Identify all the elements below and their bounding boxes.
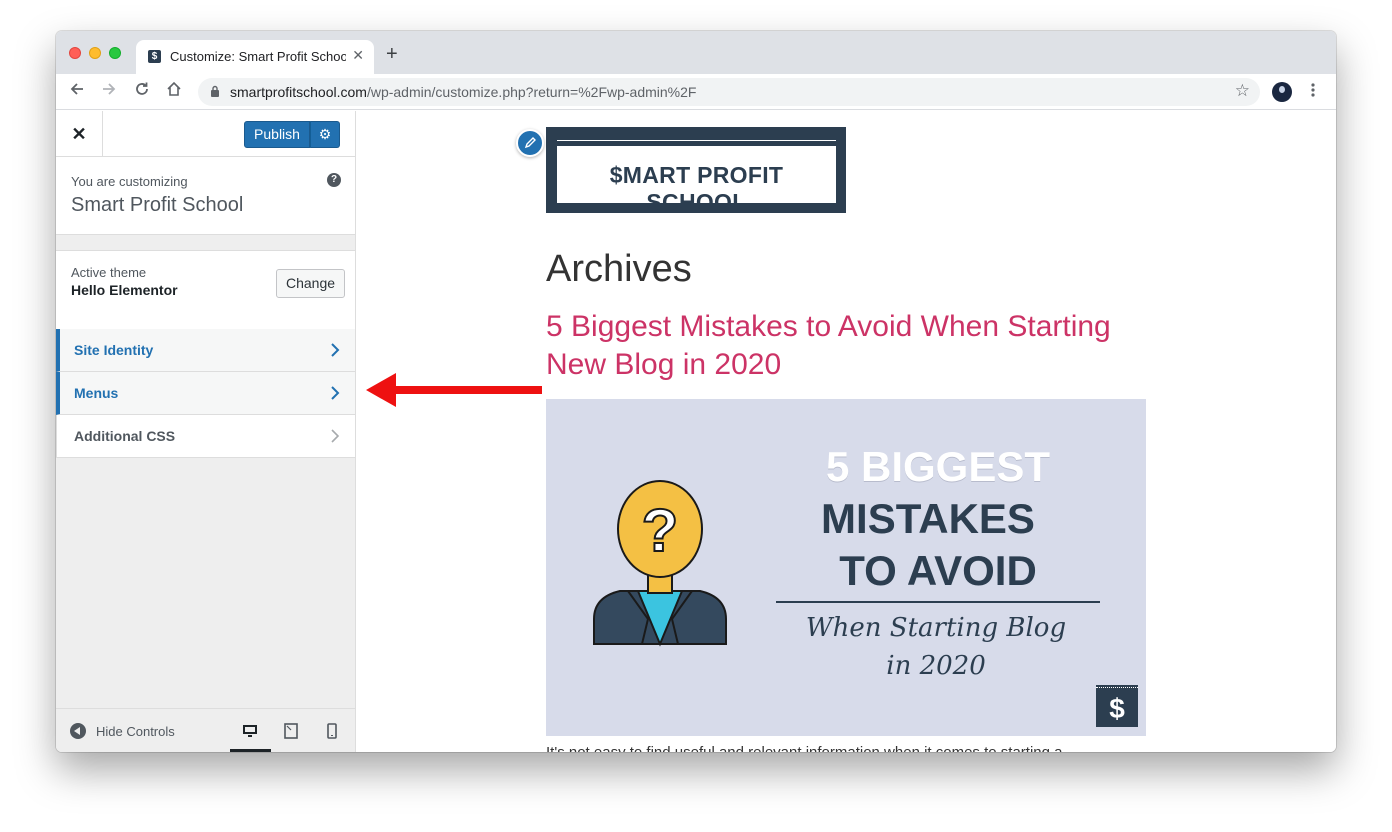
logo-text: $MART PROFIT SCHOOL — [609, 162, 784, 215]
badge-decoration — [1096, 687, 1138, 689]
bookmark-star-icon[interactable]: ☆ — [1235, 81, 1250, 101]
section-menus[interactable]: Menus — [56, 372, 355, 415]
mobile-icon — [327, 723, 337, 739]
minimize-window-button[interactable] — [89, 47, 101, 59]
chevron-right-icon — [331, 429, 340, 443]
new-tab-button[interactable]: + — [386, 43, 398, 66]
browser-window: $ Customize: Smart Profit School ✕ + sma… — [56, 31, 1336, 752]
question-person-icon: ? — [593, 480, 727, 647]
section-site-identity[interactable]: Site Identity — [56, 329, 355, 372]
desktop-icon — [243, 725, 257, 737]
reload-icon[interactable] — [134, 81, 150, 102]
customizing-label: You are customizing — [71, 174, 188, 189]
url-text: smartprofitschool.com/wp-admin/customize… — [230, 84, 696, 100]
image-line-3: TO AVOID — [839, 547, 1037, 594]
tab-title: Customize: Smart Profit School — [170, 49, 346, 64]
lock-icon — [211, 85, 219, 97]
logo-inner: $MART PROFIT SCHOOL — [557, 146, 836, 215]
zoom-window-button[interactable] — [109, 47, 121, 59]
edit-shortcut-pencil-icon[interactable] — [516, 129, 544, 157]
post-title-link[interactable]: 5 Biggest Mistakes to Avoid When Startin… — [546, 308, 1166, 384]
customizer-header: ✕ Publish ⚙ — [56, 111, 355, 157]
site-preview: $MART PROFIT SCHOOL Archives 5 Biggest M… — [356, 111, 1336, 752]
customizer-footer: Hide Controls — [56, 708, 355, 752]
image-line-1: 5 BIGGEST — [825, 443, 1051, 490]
close-customizer-icon[interactable]: ✕ — [56, 111, 103, 157]
customizing-info: You are customizing Smart Profit School … — [56, 157, 355, 235]
section-label: Site Identity — [74, 342, 154, 358]
image-divider — [776, 601, 1100, 603]
site-favicon-icon: $ — [148, 50, 161, 63]
active-theme-label: Active theme — [71, 265, 147, 280]
collapse-arrow-icon[interactable] — [70, 723, 86, 739]
image-line-4: When Starting Blog — [805, 613, 1067, 643]
chevron-right-icon — [331, 343, 340, 357]
image-line-5: in 2020 — [886, 651, 986, 681]
url-path: /wp-admin/customize.php?return=%2Fwp-adm… — [366, 84, 697, 100]
theme-name: Hello Elementor — [71, 282, 178, 298]
desktop-preview-button[interactable] — [230, 709, 271, 752]
back-arrow-icon[interactable] — [69, 81, 85, 102]
publish-button[interactable]: Publish — [244, 121, 310, 148]
active-theme-panel: Active theme Hello Elementor Change — [56, 250, 355, 329]
tablet-preview-button[interactable] — [271, 709, 312, 752]
tablet-icon — [284, 723, 298, 739]
browser-menu-icon[interactable] — [1310, 82, 1316, 98]
profile-avatar[interactable] — [1272, 82, 1292, 102]
archives-heading: Archives — [546, 248, 692, 290]
section-label: Menus — [74, 385, 119, 401]
tab-close-icon[interactable]: ✕ — [352, 47, 364, 64]
customizer-sidebar: ✕ Publish ⚙ You are customizing Smart Pr… — [56, 111, 356, 752]
site-logo[interactable]: $MART PROFIT SCHOOL — [546, 127, 846, 215]
browser-toolbar: smartprofitschool.com/wp-admin/customize… — [56, 74, 1336, 110]
url-host: smartprofitschool.com — [230, 84, 367, 100]
dollar-icon: $ — [1109, 693, 1125, 724]
svg-text:?: ? — [642, 497, 679, 564]
forward-arrow-icon[interactable] — [101, 81, 117, 102]
close-window-button[interactable] — [69, 47, 81, 59]
help-icon[interactable]: ? — [327, 173, 341, 187]
image-badge: $ — [1096, 685, 1138, 727]
change-theme-button[interactable]: Change — [276, 269, 345, 298]
publish-settings-gear-icon[interactable]: ⚙ — [310, 121, 340, 148]
featured-image[interactable]: ? 5 BIGGEST MISTAKES TO AVOID When Start… — [546, 399, 1146, 736]
home-icon[interactable] — [166, 81, 182, 102]
tab-strip: $ Customize: Smart Profit School ✕ + — [56, 31, 1336, 74]
section-label: Additional CSS — [74, 428, 176, 444]
address-bar[interactable]: smartprofitschool.com/wp-admin/customize… — [198, 78, 1260, 106]
post-excerpt: It's not easy to find useful and relevan… — [546, 744, 1062, 752]
chevron-right-icon — [331, 386, 340, 400]
browser-tab[interactable]: $ Customize: Smart Profit School ✕ — [136, 40, 374, 74]
logo-decoration — [557, 140, 836, 143]
section-additional-css[interactable]: Additional CSS — [56, 415, 355, 458]
site-name: Smart Profit School — [71, 194, 244, 216]
mobile-preview-button[interactable] — [312, 709, 353, 752]
image-line-2: MISTAKES — [821, 495, 1035, 542]
annotation-arrow-icon — [366, 373, 542, 407]
hide-controls-button[interactable]: Hide Controls — [96, 724, 175, 739]
